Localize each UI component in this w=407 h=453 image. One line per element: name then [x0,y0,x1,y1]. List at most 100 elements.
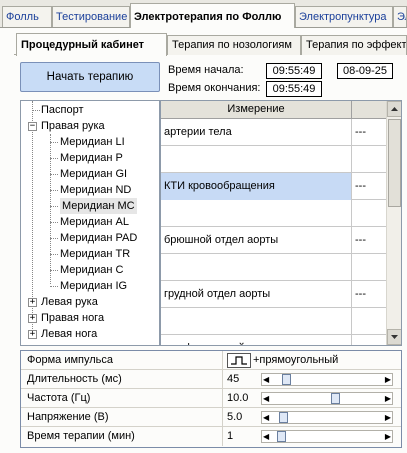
slider-right-icon[interactable]: ▶ [385,374,391,385]
parameters-panel: Форма импульса +прямоугольный Длительнос… [20,350,402,448]
tree-connector [50,238,58,239]
slider-right-icon[interactable]: ▶ [385,431,391,442]
slider-knob[interactable] [331,393,340,404]
grid-cell-value: --- [352,227,387,254]
end-time-label: Время окончания: [168,82,261,94]
tree-item-meridian[interactable]: Меридиан ND [60,182,131,198]
tree-item-meridian[interactable]: Меридиан TR [60,246,130,262]
slider-left-icon[interactable]: ◀ [263,431,269,442]
frequency-slider[interactable]: ◀ ▶ [261,392,393,405]
grid-scrollbar[interactable] [386,101,401,345]
grid-header-measurement[interactable]: Измерение [161,101,352,119]
scroll-up-icon[interactable] [387,101,401,117]
tree-item-meridian[interactable]: Меридиан IG [60,278,127,294]
grid-cell-value [352,254,387,281]
end-time-value: 09:55:49 [266,81,322,97]
grid-cell-name [161,146,352,173]
tree-connector [50,222,58,223]
duration-slider[interactable]: ◀ ▶ [261,373,393,386]
grid-cell-name: грудной отдел аорты [161,281,352,308]
scroll-thumb[interactable] [388,119,401,207]
measurements-grid[interactable]: Измерение артерии тела --- КТИ кровообра… [160,100,402,346]
slider-knob[interactable] [277,431,286,442]
tree-item-meridian[interactable]: Меридиан PAD [60,230,137,246]
tree-connector [50,158,58,159]
grid-cell-value [352,308,387,335]
slider-right-icon[interactable]: ▶ [385,412,391,423]
grid-cell-value: --- [352,119,387,146]
frequency-value: 10.0 [227,392,249,404]
tab-testing[interactable]: Тестирование [52,6,130,27]
tab-effect-therapy[interactable]: Терапия по эффекта [301,35,407,55]
table-row[interactable]: брюшной отдел аорты --- [161,227,387,254]
grid-cell-value [352,200,387,227]
tree-item-meridian[interactable]: Меридиан LI [60,134,125,150]
tree-item-left-hand[interactable]: Левая рука [41,294,98,310]
divider [222,427,223,446]
grid-cell-name [161,254,352,281]
tab-nosology-therapy[interactable]: Терапия по нозологиям [167,35,301,55]
voltage-label: Напряжение (В) [27,411,109,423]
table-row[interactable] [161,146,387,173]
table-row[interactable] [161,308,387,335]
therapy-time-slider[interactable]: ◀ ▶ [261,430,393,443]
table-row[interactable] [161,254,387,281]
grid-cell-value: --- [352,335,387,345]
tree-connector [50,286,58,287]
grid-cell-value [352,146,387,173]
table-row-selected[interactable]: КТИ кровообращения --- [161,173,387,200]
tree-connector [50,174,58,175]
table-row[interactable]: лимфатический проток --- [161,335,387,345]
tree-connector [50,254,58,255]
tab-overflow[interactable]: Эл [393,6,407,27]
param-row-voltage: Напряжение (В) 5.0 ◀ ▶ [21,408,401,427]
tree-item-meridian[interactable]: Меридиан AL [60,214,129,230]
expand-icon[interactable]: + [28,314,37,323]
tree-item-meridian[interactable]: Меридиан P [60,150,123,166]
table-row[interactable]: артерии тела --- [161,119,387,146]
tree-item-passport[interactable]: Паспорт [41,102,84,118]
grid-cell-name: артерии тела [161,119,352,146]
tab-foll[interactable]: Фолль [2,6,52,27]
tree-item-meridian-selected[interactable]: Меридиан MC [60,198,137,214]
slider-knob[interactable] [282,374,291,385]
start-therapy-button[interactable]: Начать терапию [20,62,160,92]
expand-icon[interactable]: + [28,330,37,339]
tab-procedure-room[interactable]: Процедурный кабинет [16,33,167,56]
divider [222,389,223,408]
grid-cell-name [161,308,352,335]
date-value: 08-09-25 [337,63,393,79]
param-row-duration: Длительность (мс) 45 ◀ ▶ [21,370,401,389]
pulse-wave-icon[interactable] [227,353,251,368]
tab-electropuncture[interactable]: Электропунктура [295,6,393,27]
grid-cell-value: --- [352,281,387,308]
tree-item-meridian[interactable]: Меридиан GI [60,166,127,182]
tree-connector [50,206,58,207]
param-row-therapy-time: Время терапии (мин) 1 ◀ ▶ [21,427,401,446]
table-row[interactable]: грудной отдел аорты --- [161,281,387,308]
tree-item-right-hand[interactable]: Правая рука [41,118,105,134]
grid-cell-name [161,200,352,227]
duration-label: Длительность (мс) [27,373,122,385]
slider-left-icon[interactable]: ◀ [263,393,269,404]
table-row[interactable] [161,200,387,227]
slider-left-icon[interactable]: ◀ [263,412,269,423]
tree-item-meridian[interactable]: Меридиан C [60,262,123,278]
tree-connector [32,110,40,111]
expand-icon[interactable]: + [28,298,37,307]
collapse-icon[interactable]: − [28,122,37,131]
slider-knob[interactable] [279,412,288,423]
pulse-form-value[interactable]: +прямоугольный [253,351,338,370]
voltage-slider[interactable]: ◀ ▶ [261,411,393,424]
meridian-tree[interactable]: Паспорт − Правая рука Меридиан LI Мериди… [20,100,160,346]
grid-header-value[interactable] [352,101,387,119]
grid-cell-name: брюшной отдел аорты [161,227,352,254]
tree-item-left-leg[interactable]: Левая нога [41,326,97,342]
tree-connector [50,270,58,271]
scroll-down-icon[interactable] [387,329,401,345]
slider-right-icon[interactable]: ▶ [385,393,391,404]
tree-item-right-leg[interactable]: Правая нога [41,310,104,326]
duration-value: 45 [227,373,240,385]
tab-electrotherapy[interactable]: Электротерапия по Фоллю [130,3,295,28]
slider-left-icon[interactable]: ◀ [263,374,269,385]
